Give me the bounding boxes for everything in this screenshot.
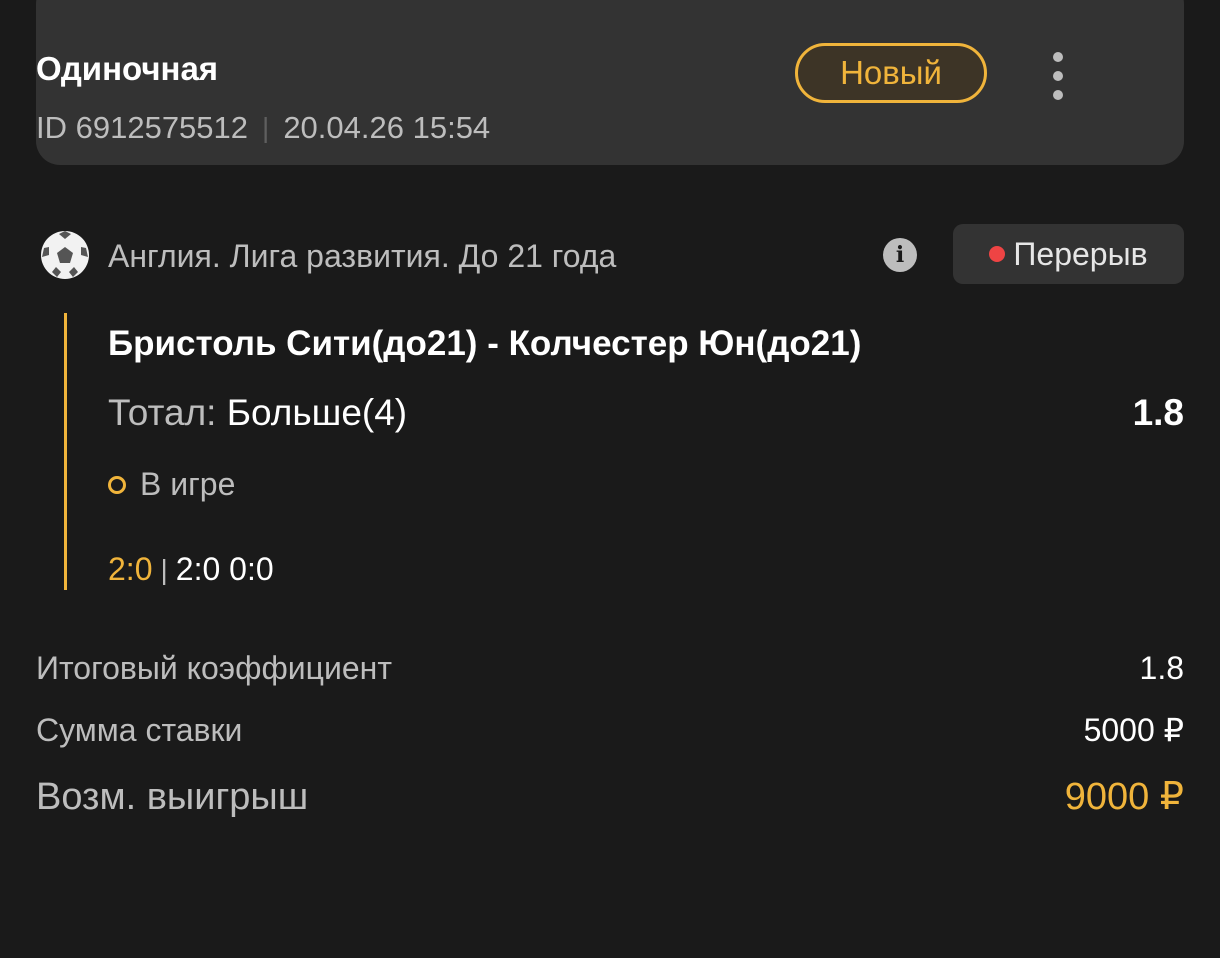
more-vertical-icon[interactable]: [1040, 48, 1076, 104]
score-periods: 2:0 0:0: [175, 551, 274, 587]
event-odds: 1.8: [1132, 392, 1184, 433]
possible-win-label: Возм. выигрыш: [36, 776, 309, 818]
score: 2:0 | 2:0 0:0: [108, 551, 274, 588]
market-label: Тотал:: [108, 392, 217, 433]
event-state: В игре: [108, 466, 235, 503]
info-icon[interactable]: i: [883, 238, 917, 272]
meta-separator: |: [262, 112, 270, 143]
market: Тотал: Больше(4): [108, 392, 407, 434]
bet-id: ID 6912575512: [36, 110, 249, 145]
market-value: Больше(4): [226, 392, 408, 433]
bet-type-title: Одиночная: [36, 50, 219, 87]
soccer-ball-icon: [41, 231, 89, 279]
period-label: Перерыв: [1013, 235, 1148, 272]
total-odds-label: Итоговый коэффициент: [36, 650, 392, 686]
score-separator: |: [160, 553, 168, 585]
period-badge: Перерыв: [953, 224, 1184, 284]
bet-datetime: 20.04.26 15:54: [283, 110, 491, 145]
event-accent-line: [64, 313, 67, 590]
possible-win-row: Возм. выигрыш 9000 ₽: [36, 774, 1184, 819]
bet-meta: ID 6912575512 | 20.04.26 15:54: [36, 110, 490, 146]
score-main: 2:0: [108, 551, 153, 587]
pending-status-icon: [108, 475, 126, 494]
stake-label: Сумма ставки: [36, 712, 243, 748]
stake-row: Сумма ставки 5000 ₽: [36, 711, 1184, 749]
possible-win-value: 9000 ₽: [1064, 776, 1184, 818]
status-badge: Новый: [795, 43, 987, 103]
event-teams[interactable]: Бристоль Сити(до21) - Колчестер Юн(до21): [108, 324, 861, 364]
live-dot-icon: [989, 246, 1006, 262]
bet-details-page: Одиночная ID 6912575512 | 20.04.26 15:54…: [0, 0, 1220, 958]
total-odds-row: Итоговый коэффициент 1.8: [36, 650, 1184, 687]
stake-value: 5000 ₽: [1083, 712, 1184, 748]
event-state-label: В игре: [140, 466, 236, 502]
league-name: Англия. Лига развития. До 21 года: [108, 238, 617, 274]
total-odds-value: 1.8: [1139, 650, 1184, 686]
